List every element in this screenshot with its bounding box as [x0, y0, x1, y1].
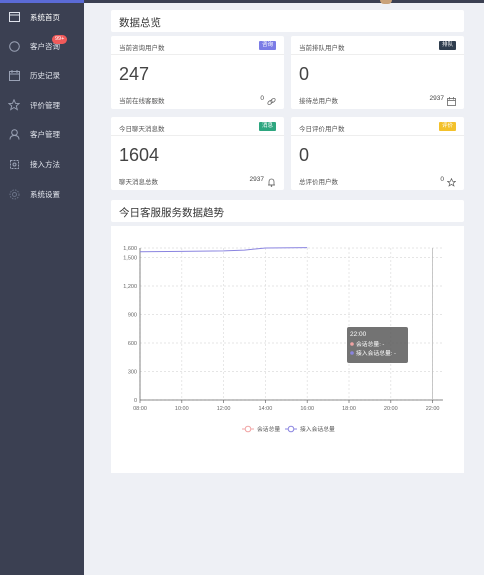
page-title: 数据总览	[119, 17, 161, 29]
link-icon	[267, 93, 276, 105]
y-tick-label: 1,600	[123, 246, 137, 252]
tooltip-row: 会话总量: -	[356, 340, 384, 348]
card-value: 0	[299, 145, 310, 165]
card-value: 1604	[119, 145, 160, 165]
sidebar-item-rating[interactable]: 评价管理	[0, 94, 84, 116]
divider	[291, 54, 464, 55]
y-tick-label: 300	[128, 370, 137, 376]
card-value: 0	[299, 64, 310, 84]
card-sub-label: 总评价用户数	[299, 179, 338, 186]
window-icon	[8, 11, 20, 23]
star-icon	[446, 174, 457, 187]
trend-header: 今日客服服务数据趋势	[111, 200, 464, 222]
sidebar-item-history[interactable]: 历史记录	[0, 64, 84, 86]
trend-line-chart[interactable]: 0 300 600 900 1,200 1,500 1,600 08:00 10:00 12:00…	[111, 226, 464, 473]
sidebar-item-label: 系统设置	[30, 189, 60, 199]
section-title: 今日客服服务数据趋势	[119, 207, 224, 219]
user-icon	[8, 128, 20, 140]
y-tick-label: 0	[134, 398, 137, 404]
sidebar-item-consult[interactable]: 客户咨询 99+	[0, 35, 84, 57]
status-badge: 评价	[438, 122, 456, 131]
sidebar-item-integration[interactable]: 接入方法	[0, 153, 84, 175]
sidebar-item-label: 系统首页	[30, 12, 60, 22]
card-title: 当前咨询用户数	[119, 45, 165, 52]
status-badge: 消息	[258, 122, 276, 131]
divider	[111, 135, 284, 136]
sidebar-item-label: 历史记录	[30, 70, 60, 80]
stat-card-ratings: 今日评价用户数 评价 0 总评价用户数 0	[291, 117, 464, 190]
x-tick-label: 14:00	[259, 406, 273, 412]
plugin-icon	[8, 158, 20, 170]
x-tick-label: 12:00	[217, 406, 231, 412]
trend-chart-panel: 0 300 600 900 1,200 1,500 1,600 08:00 10:00 12:00…	[111, 226, 464, 473]
sidebar: 系统首页 客户咨询 99+ 历史记录 评价管理 客户管理 接入方法 系统设置	[0, 0, 84, 575]
x-tick-label: 16:00	[300, 406, 314, 412]
calendar-icon	[447, 93, 456, 106]
star-icon	[8, 99, 20, 111]
bell-icon	[267, 174, 276, 187]
avatar[interactable]	[380, 0, 392, 4]
card-sub-label: 接待总用户数	[299, 98, 338, 105]
sidebar-accent-bar	[0, 0, 84, 3]
x-tick-label: 22:00	[426, 406, 440, 412]
sidebar-item-home[interactable]: 系统首页	[0, 6, 84, 28]
card-title: 今日聊天消息数	[119, 126, 165, 133]
y-tick-label: 1,200	[123, 284, 137, 290]
card-sub-value: 0	[260, 95, 264, 102]
overview-header: 数据总览	[111, 10, 464, 32]
tooltip-time: 22:00	[350, 331, 367, 338]
stat-card-messages: 今日聊天消息数 消息 1604 聊天消息总数 2937	[111, 117, 284, 190]
sidebar-item-label: 评价管理	[30, 100, 60, 110]
legend-marker	[287, 425, 295, 433]
header-bar	[84, 0, 484, 3]
y-tick-label: 600	[128, 341, 137, 347]
card-sub-value: 0	[440, 176, 444, 183]
x-tick-label: 20:00	[384, 406, 398, 412]
legend-marker	[244, 425, 252, 433]
sidebar-item-label: 接入方法	[30, 159, 60, 169]
x-tick-label: 18:00	[342, 406, 356, 412]
y-tick-label: 1,500	[123, 256, 137, 262]
card-title: 今日评价用户数	[299, 126, 345, 133]
stat-card-queue: 当前排队用户数 排队 0 接待总用户数 2937	[291, 36, 464, 109]
sidebar-item-label: 客户管理	[30, 129, 60, 139]
x-tick-label: 08:00	[133, 406, 147, 412]
calendar-icon	[8, 69, 20, 81]
status-badge: 排队	[438, 41, 456, 50]
legend-label: 会话总量	[257, 425, 280, 433]
y-tick-label: 900	[128, 313, 137, 319]
tooltip-dot	[350, 342, 354, 346]
card-sub-label: 聊天消息总数	[119, 179, 158, 186]
card-sub-value: 2937	[429, 95, 444, 102]
card-sub-value: 2937	[249, 176, 264, 183]
gear-icon	[8, 188, 20, 200]
tooltip-dot	[350, 351, 354, 355]
chat-icon	[8, 40, 20, 52]
unread-badge: 99+	[52, 35, 68, 44]
divider	[291, 135, 464, 136]
legend-label: 接入会话总量	[300, 425, 335, 433]
sidebar-item-settings[interactable]: 系统设置	[0, 183, 84, 205]
sidebar-item-customers[interactable]: 客户管理	[0, 123, 84, 145]
stat-card-consulting: 当前咨询用户数 咨询 247 当前在线客服数 0	[111, 36, 284, 109]
card-sub-label: 当前在线客服数	[119, 98, 165, 105]
card-title: 当前排队用户数	[299, 45, 345, 52]
card-value: 247	[119, 64, 150, 84]
divider	[111, 54, 284, 55]
x-tick-label: 10:00	[175, 406, 189, 412]
tooltip-row: 接入会话总量: -	[356, 349, 396, 357]
status-badge: 咨询	[258, 41, 276, 50]
